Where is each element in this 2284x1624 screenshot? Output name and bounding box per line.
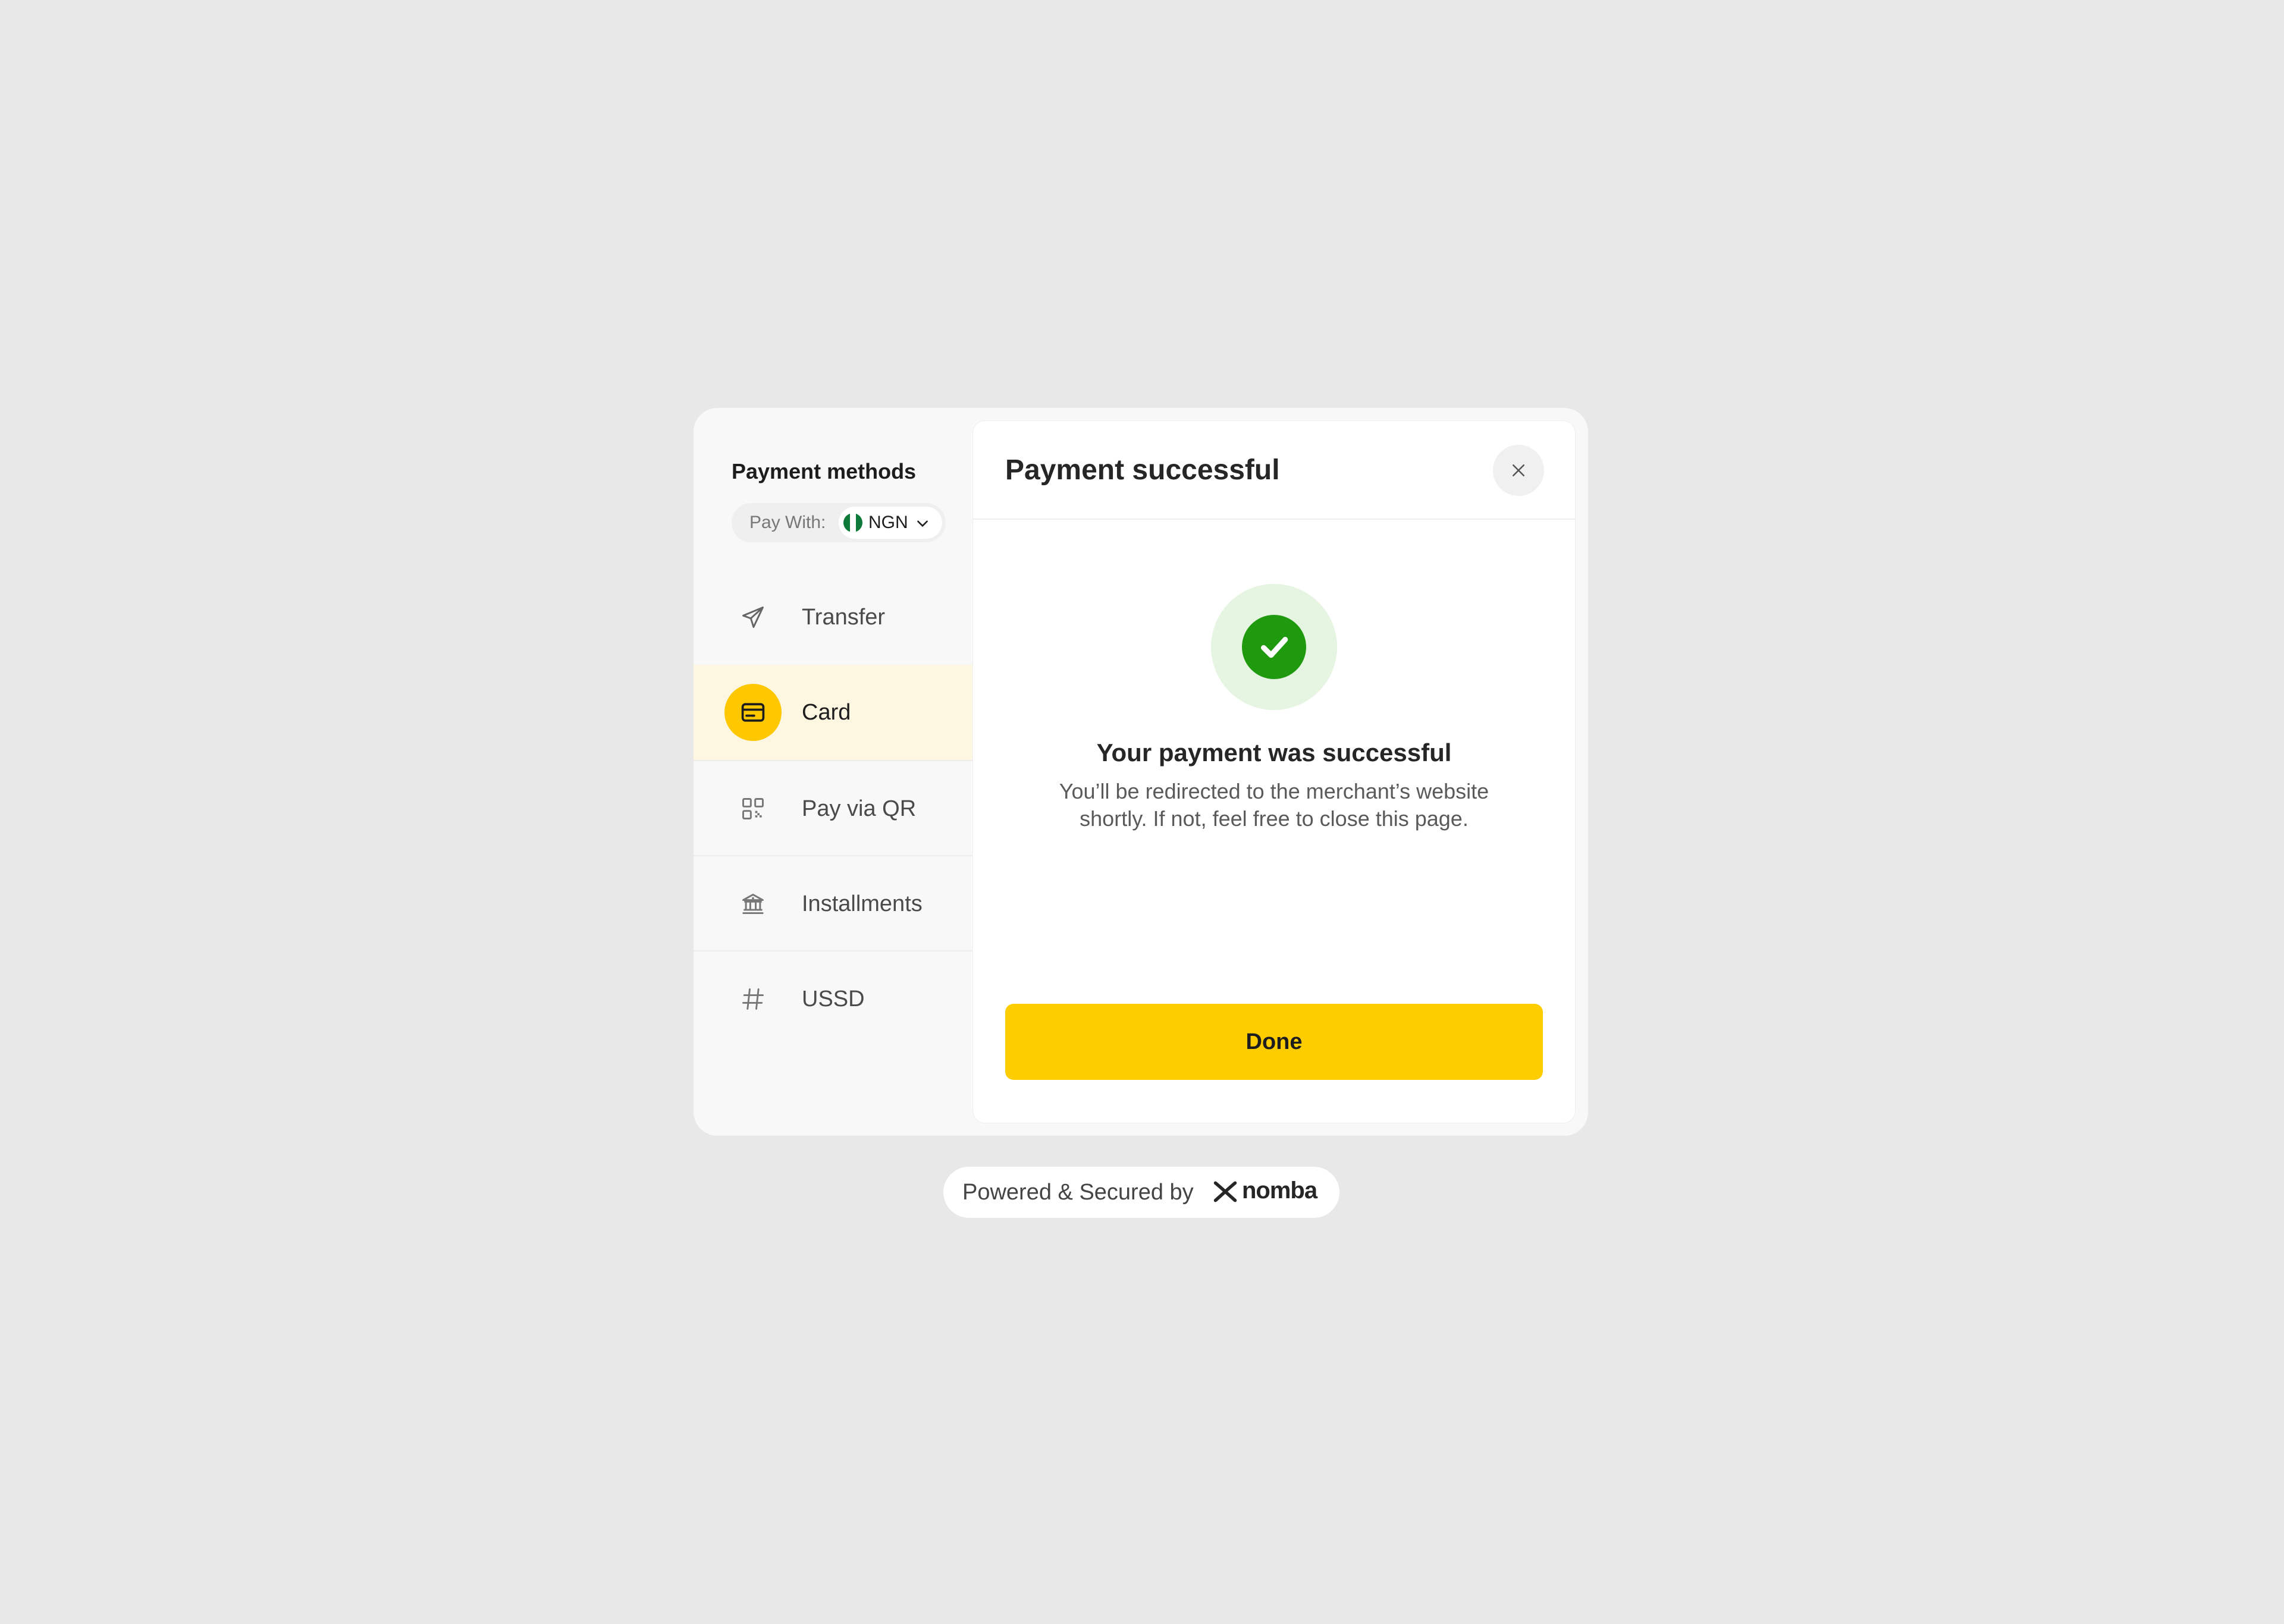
panel-header: Payment successful — [973, 421, 1575, 520]
qr-code-icon — [724, 780, 782, 837]
pay-with-label: Pay With: — [749, 513, 826, 532]
method-item-installments[interactable]: Installments — [694, 855, 973, 950]
sidebar-title: Payment methods — [732, 459, 917, 483]
send-icon — [724, 589, 782, 646]
method-item-ussd[interactable]: USSD — [694, 950, 973, 1045]
payment-result-panel: Payment successful Your payment was succ… — [973, 421, 1575, 1123]
method-label: USSD — [802, 987, 865, 1012]
nigeria-flag-icon — [843, 513, 862, 532]
success-heading: Your payment was successful — [1096, 739, 1452, 767]
hash-icon — [724, 970, 782, 1028]
currency-code: NGN — [868, 513, 908, 532]
payment-modal: Payment methods Pay With: NGN Transfer Ca… — [694, 408, 1588, 1136]
powered-by-badge: Powered & Secured by nomba — [943, 1167, 1339, 1218]
method-label: Card — [802, 700, 851, 725]
powered-by-text: Powered & Secured by — [962, 1180, 1194, 1205]
card-icon — [724, 684, 782, 741]
nomba-brand: nomba — [1242, 1177, 1317, 1204]
nomba-logo-icon — [1213, 1181, 1237, 1202]
bank-icon — [724, 875, 782, 932]
method-label: Installments — [802, 891, 923, 916]
page-title: Payment successful — [1005, 454, 1280, 486]
success-message: You’ll be redirected to the merchant’s w… — [1059, 779, 1489, 831]
success-indicator — [1211, 584, 1337, 710]
method-item-transfer[interactable]: Transfer — [694, 570, 973, 665]
check-circle-icon — [1242, 615, 1306, 679]
method-item-card[interactable]: Card — [694, 665, 973, 760]
chevron-down-icon — [917, 520, 928, 527]
method-label: Transfer — [802, 605, 886, 630]
method-item-pay-via-qr[interactable]: Pay via QR — [694, 760, 973, 855]
payment-methods-sidebar: Payment methods Pay With: NGN Transfer Ca… — [694, 408, 973, 1136]
close-icon — [1513, 464, 1524, 476]
close-button[interactable] — [1493, 445, 1544, 496]
currency-dropdown[interactable]: NGN — [839, 507, 942, 539]
method-label: Pay via QR — [802, 796, 917, 821]
done-button[interactable]: Done — [1005, 1004, 1543, 1080]
currency-selector: Pay With: NGN — [732, 503, 946, 542]
